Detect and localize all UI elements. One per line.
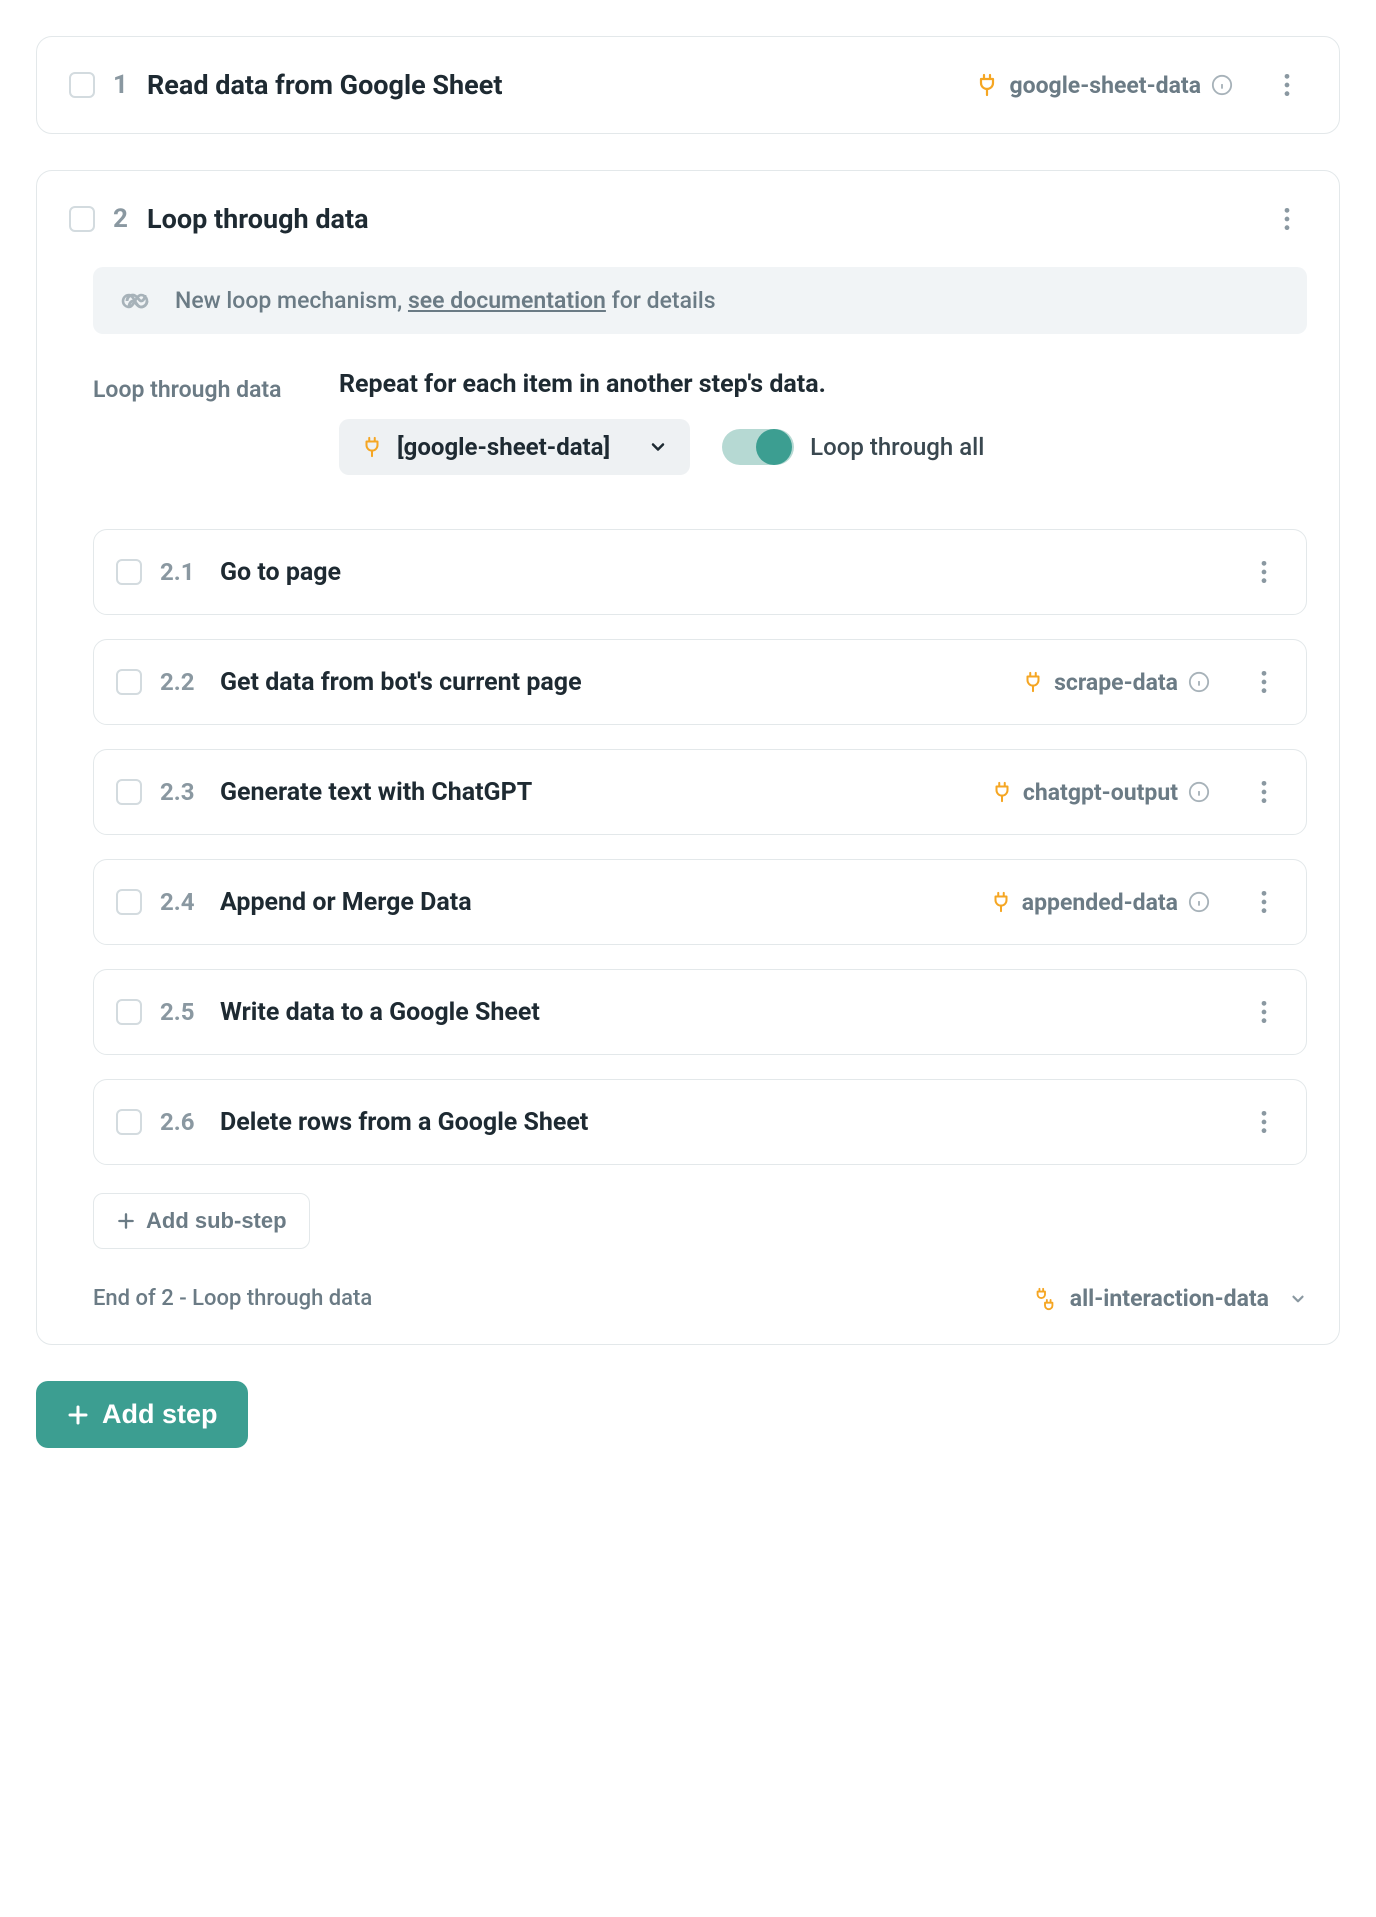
- footer-output[interactable]: all-interaction-data: [1032, 1285, 1307, 1312]
- output-label: scrape-data: [1054, 669, 1178, 696]
- substep-header[interactable]: 2.6 Delete rows from a Google Sheet: [94, 1080, 1306, 1164]
- substeps-container: 2.1 Go to page 2.2 Get data from bot's curr…: [93, 529, 1307, 1165]
- output-label: chatgpt-output: [1023, 779, 1178, 806]
- substep-title: Go to page: [220, 558, 341, 587]
- substep-number: 2.1: [160, 558, 202, 586]
- output-tag[interactable]: scrape-data: [1022, 669, 1210, 696]
- chevron-down-icon: [1289, 1290, 1307, 1308]
- loop-notice: New loop mechanism, see documentation fo…: [93, 267, 1307, 334]
- add-substep-button[interactable]: Add sub-step: [93, 1193, 310, 1249]
- plug-icon: [1022, 671, 1044, 693]
- documentation-link[interactable]: see documentation: [408, 287, 606, 314]
- substep-checkbox[interactable]: [116, 1109, 142, 1135]
- substep-header[interactable]: 2.4 Append or Merge Data appended-data: [94, 860, 1306, 944]
- loop-footer-text: End of 2 - Loop through data: [93, 1286, 372, 1311]
- infinity-icon: [119, 289, 155, 313]
- double-plug-icon: [1032, 1286, 1058, 1312]
- substep-title: Write data to a Google Sheet: [220, 998, 540, 1027]
- step-card-1: 1 Read data from Google Sheet google-she…: [36, 36, 1340, 134]
- config-row: Loop through data Repeat for each item i…: [93, 370, 1307, 475]
- plus-icon: [116, 1211, 136, 1231]
- loop-all-toggle[interactable]: [722, 429, 794, 465]
- add-step-label: Add step: [102, 1399, 218, 1430]
- select-value: [google-sheet-data]: [397, 433, 610, 461]
- substep-card: 2.3 Generate text with ChatGPT chatgpt-out…: [93, 749, 1307, 835]
- loop-all-toggle-wrap: Loop through all: [722, 429, 984, 465]
- toggle-label: Loop through all: [810, 433, 984, 461]
- substep-card: 2.4 Append or Merge Data appended-data: [93, 859, 1307, 945]
- step-title: Loop through data: [147, 203, 369, 235]
- more-menu-button[interactable]: [1244, 992, 1284, 1032]
- substep-number: 2.5: [160, 998, 202, 1026]
- more-menu-button[interactable]: [1267, 199, 1307, 239]
- substep-card: 2.1 Go to page: [93, 529, 1307, 615]
- step-number: 1: [113, 70, 129, 100]
- substep-checkbox[interactable]: [116, 669, 142, 695]
- plug-icon: [991, 781, 1013, 803]
- add-substep-label: Add sub-step: [146, 1208, 287, 1234]
- substep-title: Delete rows from a Google Sheet: [220, 1108, 588, 1137]
- output-label: google-sheet-data: [1009, 72, 1201, 99]
- substep-header[interactable]: 2.5 Write data to a Google Sheet: [94, 970, 1306, 1054]
- config-label: Loop through data: [93, 370, 303, 475]
- substep-number: 2.6: [160, 1108, 202, 1136]
- substep-number: 2.4: [160, 888, 202, 916]
- more-menu-button[interactable]: [1244, 662, 1284, 702]
- footer-output-label: all-interaction-data: [1070, 1285, 1269, 1312]
- output-tag[interactable]: chatgpt-output: [991, 779, 1210, 806]
- info-icon[interactable]: [1211, 74, 1233, 96]
- substep-title: Append or Merge Data: [220, 888, 472, 917]
- config-content: Repeat for each item in another step's d…: [339, 370, 1307, 475]
- chevron-down-icon: [648, 437, 668, 457]
- more-menu-button[interactable]: [1244, 552, 1284, 592]
- substep-header[interactable]: 2.3 Generate text with ChatGPT chatgpt-out…: [94, 750, 1306, 834]
- substep-number: 2.3: [160, 778, 202, 806]
- notice-prefix: New loop mechanism,: [175, 287, 408, 314]
- substep-header[interactable]: 2.1 Go to page: [94, 530, 1306, 614]
- more-menu-button[interactable]: [1267, 65, 1307, 105]
- plug-icon: [975, 73, 999, 97]
- substep-card: 2.5 Write data to a Google Sheet: [93, 969, 1307, 1055]
- output-tag[interactable]: google-sheet-data: [975, 72, 1233, 99]
- plug-icon: [361, 436, 383, 458]
- loop-footer: End of 2 - Loop through data all-interac…: [93, 1285, 1307, 1312]
- step-header[interactable]: 1 Read data from Google Sheet google-she…: [37, 37, 1339, 133]
- toggle-knob: [756, 429, 792, 465]
- substep-number: 2.2: [160, 668, 202, 696]
- notice-text: New loop mechanism, see documentation fo…: [175, 287, 716, 314]
- info-icon[interactable]: [1188, 781, 1210, 803]
- more-menu-button[interactable]: [1244, 882, 1284, 922]
- substep-checkbox[interactable]: [116, 779, 142, 805]
- loop-body: New loop mechanism, see documentation fo…: [37, 267, 1339, 1344]
- step-card-loop: 2 Loop through data New loop mechanism, …: [36, 170, 1340, 1345]
- output-tag[interactable]: appended-data: [990, 889, 1210, 916]
- substep-card: 2.6 Delete rows from a Google Sheet: [93, 1079, 1307, 1165]
- more-menu-button[interactable]: [1244, 1102, 1284, 1142]
- info-icon[interactable]: [1188, 671, 1210, 693]
- step-number: 2: [113, 204, 129, 234]
- step-title: Read data from Google Sheet: [147, 69, 502, 101]
- notice-suffix: for details: [606, 287, 716, 314]
- output-label: appended-data: [1022, 889, 1178, 916]
- substep-checkbox[interactable]: [116, 999, 142, 1025]
- config-heading: Repeat for each item in another step's d…: [339, 370, 1307, 399]
- substep-title: Get data from bot's current page: [220, 668, 582, 697]
- data-source-select[interactable]: [google-sheet-data]: [339, 419, 690, 475]
- more-menu-button[interactable]: [1244, 772, 1284, 812]
- substep-checkbox[interactable]: [116, 559, 142, 585]
- step-checkbox[interactable]: [69, 206, 95, 232]
- substep-title: Generate text with ChatGPT: [220, 778, 532, 807]
- add-step-button[interactable]: Add step: [36, 1381, 248, 1448]
- substep-checkbox[interactable]: [116, 889, 142, 915]
- substep-card: 2.2 Get data from bot's current page scrap…: [93, 639, 1307, 725]
- plug-icon: [990, 891, 1012, 913]
- substep-header[interactable]: 2.2 Get data from bot's current page scrap…: [94, 640, 1306, 724]
- step-checkbox[interactable]: [69, 72, 95, 98]
- step-header[interactable]: 2 Loop through data: [37, 171, 1339, 267]
- info-icon[interactable]: [1188, 891, 1210, 913]
- plus-icon: [66, 1403, 90, 1427]
